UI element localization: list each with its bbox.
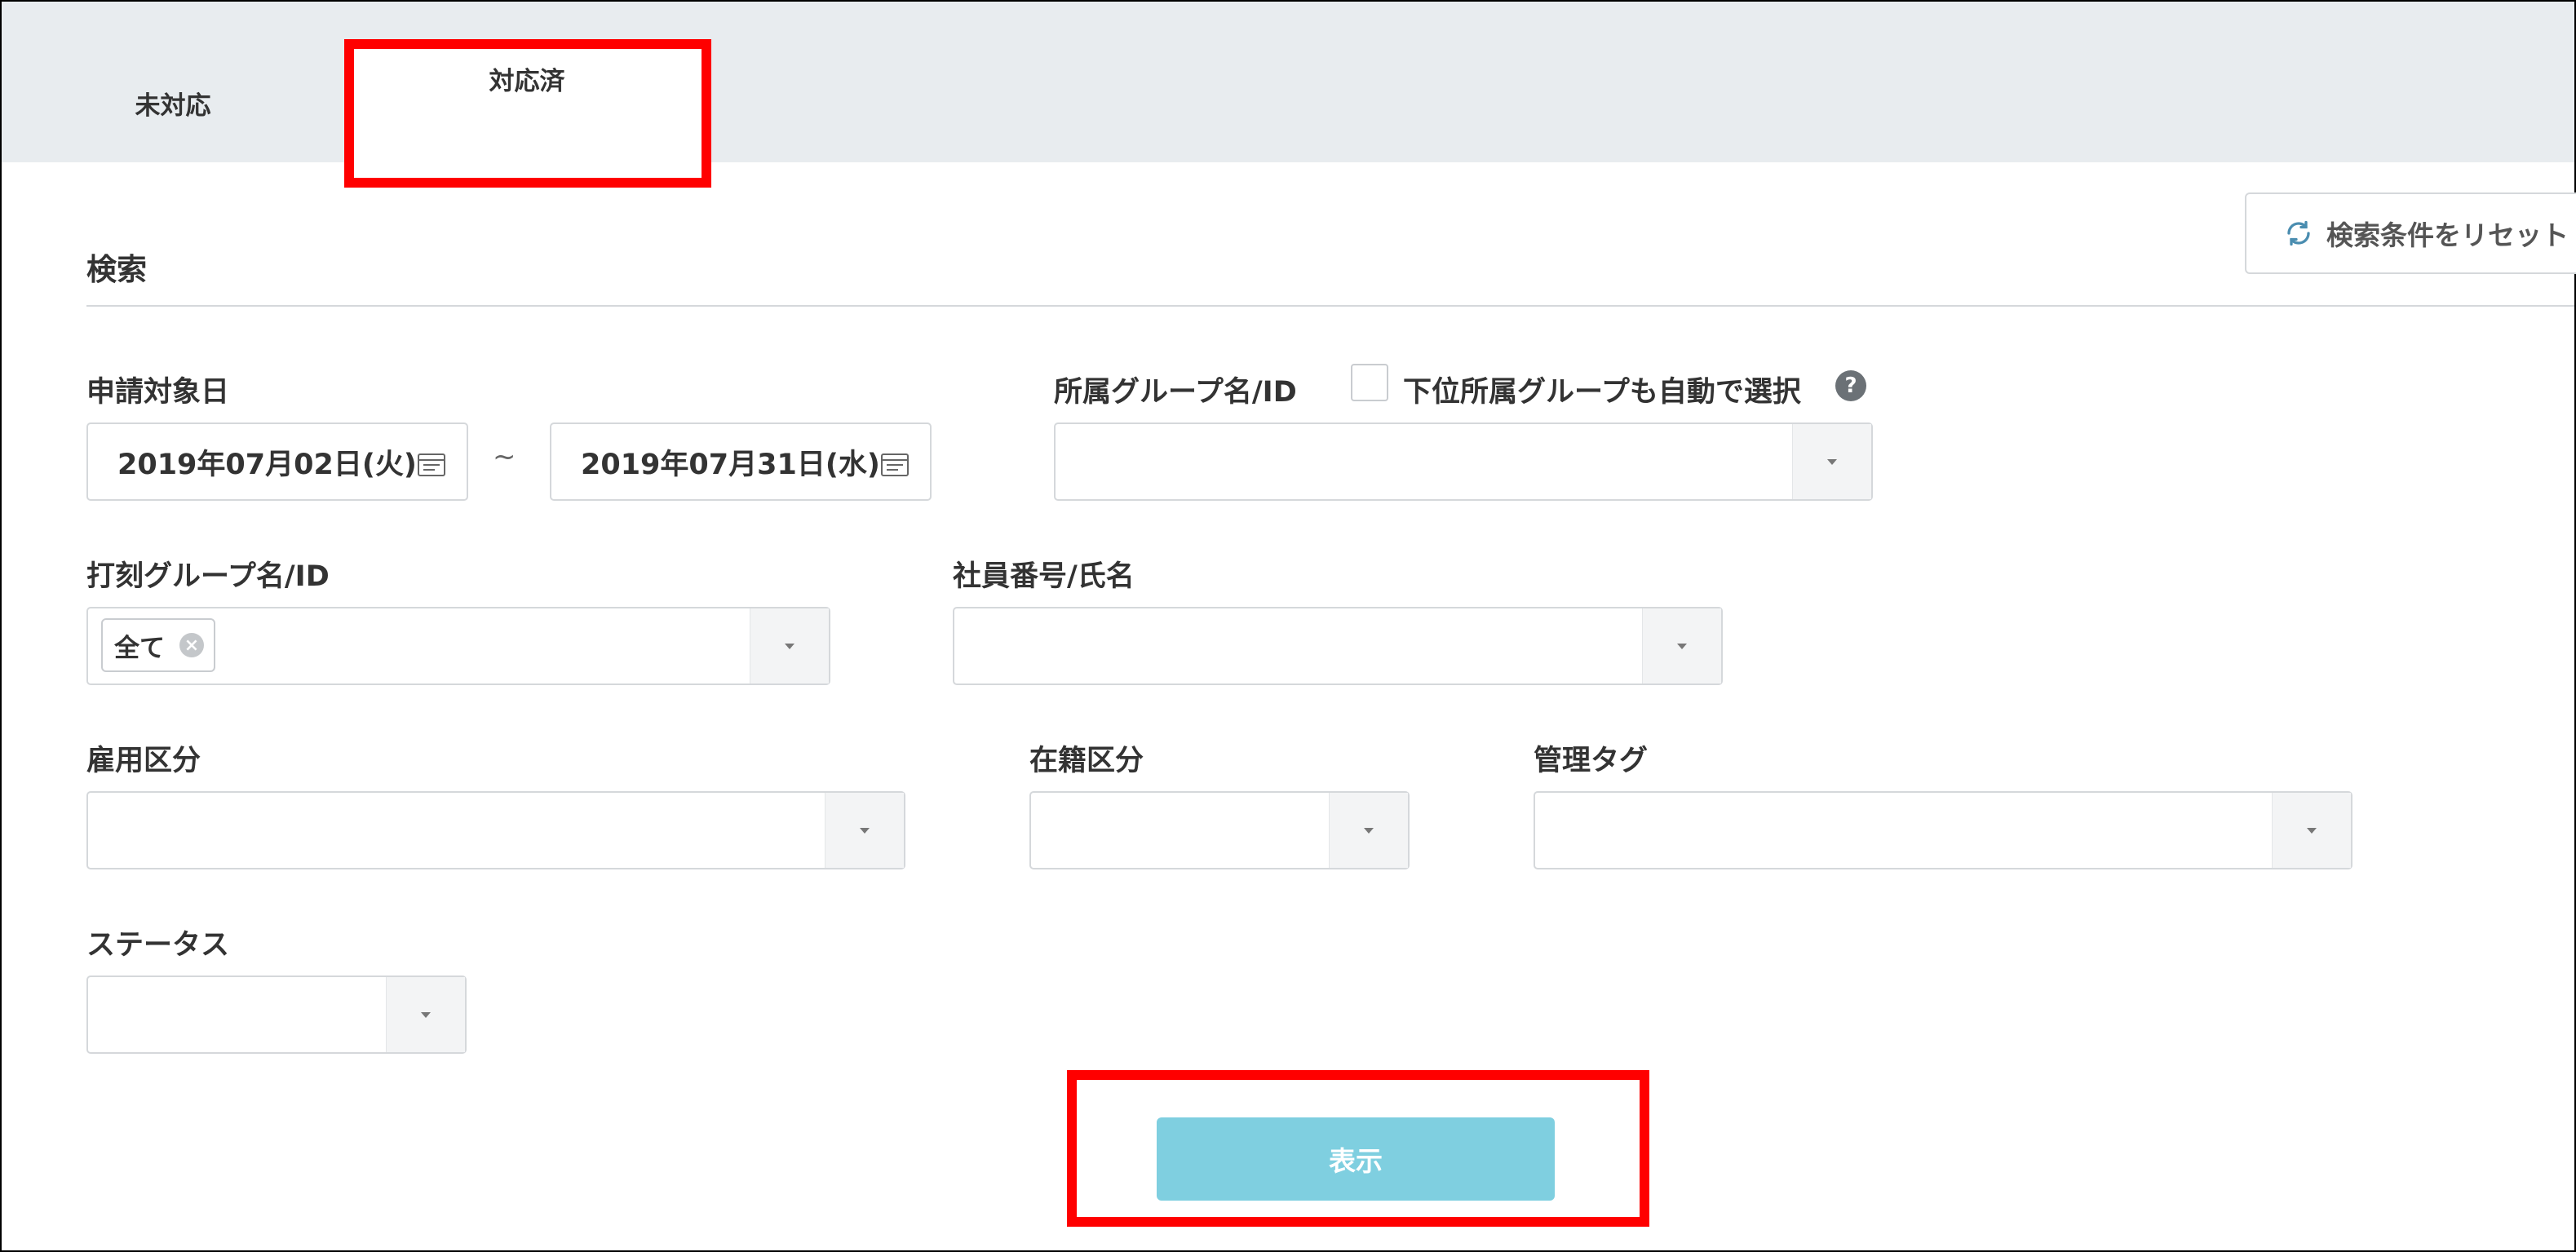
- enrollment-select[interactable]: [1029, 791, 1410, 869]
- selected-chip-label: 全て: [114, 633, 165, 663]
- refresh-icon: [2287, 220, 2310, 246]
- tab-pending[interactable]: 未対応: [2, 44, 344, 162]
- group-select[interactable]: [1054, 422, 1873, 501]
- search-divider: [86, 305, 2574, 307]
- chevron-down-icon[interactable]: [1792, 424, 1871, 499]
- tab-pending-label: 未対応: [135, 91, 211, 121]
- employee-label: 社員番号/氏名: [953, 560, 1135, 593]
- application-date-label: 申請対象日: [86, 376, 230, 409]
- date-range-separator: ~: [493, 440, 516, 473]
- reset-search-label: 検索条件をリセット: [2326, 219, 2569, 251]
- chevron-down-icon[interactable]: [386, 977, 465, 1052]
- calendar-icon: [418, 453, 445, 476]
- help-icon[interactable]: ?: [1835, 370, 1866, 401]
- enrollment-label: 在籍区分: [1029, 745, 1144, 777]
- status-label: ステータス: [86, 929, 230, 962]
- include-subgroups-label: 下位所属グループも自動で選択: [1403, 376, 1801, 409]
- date-to-value: 2019年07月31日(水): [581, 448, 880, 481]
- chevron-down-icon[interactable]: [2272, 793, 2351, 868]
- date-to-input[interactable]: 2019年07月31日(水): [550, 422, 932, 501]
- group-label: 所属グループ名/ID: [1054, 376, 1297, 409]
- clock-group-label: 打刻グループ名/ID: [86, 560, 330, 593]
- tab-completed-label: 対応済: [489, 67, 565, 96]
- status-select[interactable]: [86, 975, 467, 1054]
- tab-completed[interactable]: 対応済: [346, 44, 708, 162]
- selected-chip: 全て ×: [101, 618, 215, 672]
- management-tag-select[interactable]: [1534, 791, 2352, 869]
- date-from-input[interactable]: 2019年07月02日(火): [86, 422, 468, 501]
- reset-search-button[interactable]: 検索条件をリセット: [2245, 192, 2576, 274]
- chevron-down-icon[interactable]: [750, 608, 829, 684]
- employee-select[interactable]: [953, 607, 1723, 685]
- employment-type-select[interactable]: [86, 791, 905, 869]
- employment-type-label: 雇用区分: [86, 745, 201, 777]
- include-subgroups-checkbox[interactable]: [1351, 364, 1388, 401]
- chevron-down-icon[interactable]: [1329, 793, 1408, 868]
- display-button-label: 表示: [1329, 1145, 1383, 1177]
- chevron-down-icon[interactable]: [825, 793, 904, 868]
- management-tag-label: 管理タグ: [1534, 745, 1649, 777]
- chip-remove-icon[interactable]: ×: [179, 633, 204, 657]
- calendar-icon: [881, 453, 909, 476]
- chevron-down-icon[interactable]: [1642, 608, 1721, 684]
- search-title: 検索: [86, 252, 147, 287]
- clock-group-select[interactable]: 全て ×: [86, 607, 830, 685]
- date-from-value: 2019年07月02日(火): [117, 448, 417, 481]
- display-button[interactable]: 表示: [1157, 1117, 1555, 1201]
